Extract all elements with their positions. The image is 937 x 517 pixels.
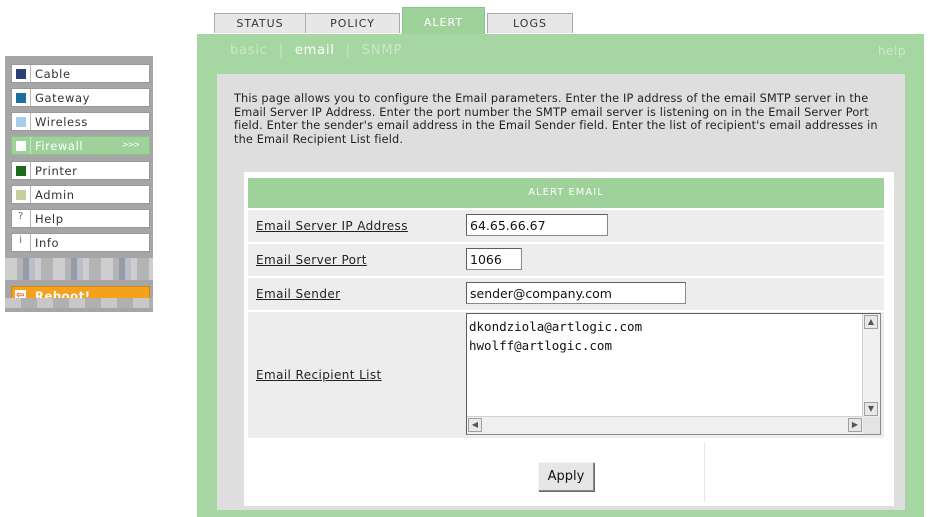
sender-input[interactable] [466,282,686,304]
divider [704,442,705,502]
nav-item-label: Help [35,212,64,226]
help-link[interactable]: help [878,44,906,58]
nav-item-info[interactable]: i Info [11,233,150,252]
divider [30,137,31,154]
nav-item-label: Firewall [35,139,84,153]
gateway-icon [16,93,26,103]
form-row-recipients: Email Recipient List dkondziola@artlogic… [248,312,884,438]
nav-item-label: Printer [35,164,78,178]
server-ip-label[interactable]: Email Server IP Address [256,219,408,233]
intro-text: This page allows you to configure the Em… [234,92,878,146]
nav-item-label: Admin [35,188,75,202]
divider [30,89,31,106]
nav-item-printer[interactable]: Printer [11,161,150,180]
subtab-basic[interactable]: basic [230,43,268,58]
scrollbar-corner [863,417,880,434]
subnav-separator: | [278,43,284,58]
help-icon: ? [18,211,24,222]
decorative-mosaic [5,258,153,280]
nav-item-label: Wireless [35,115,88,129]
divider [30,234,31,251]
server-ip-input[interactable] [466,214,608,236]
recipients-label[interactable]: Email Recipient List [256,368,382,382]
subnav-separator: | [345,43,351,58]
horizontal-scrollbar[interactable]: ◀ ▶ [467,416,863,434]
main-panel: basic | email | SNMP help This page allo… [197,34,924,517]
scroll-up-icon[interactable]: ▲ [864,315,878,329]
nav-item-help[interactable]: ? Help [11,209,150,228]
firewall-icon [16,141,26,151]
scroll-left-icon[interactable]: ◀ [468,418,482,432]
tab-alert[interactable]: ALERT [402,7,485,34]
sub-navigation: basic | email | SNMP [230,43,402,58]
divider [30,186,31,203]
subtab-snmp[interactable]: SNMP [362,43,402,58]
divider [30,65,31,82]
nav-item-wireless[interactable]: Wireless [11,112,150,131]
nav-item-gateway[interactable]: Gateway [11,88,150,107]
form-header: ALERT EMAIL [248,178,884,208]
server-port-input[interactable] [466,248,522,270]
nav-item-firewall[interactable]: Firewall >>> [11,136,150,155]
admin-icon [16,190,26,200]
divider [30,113,31,130]
nav-item-cable[interactable]: Cable [11,64,150,83]
info-icon: i [19,235,23,246]
form-row-server-port: Email Server Port [248,244,884,276]
form-row-server-ip: Email Server IP Address [248,210,884,242]
nav-item-label: Gateway [35,91,91,105]
nav-item-admin[interactable]: Admin [11,185,150,204]
scroll-down-icon[interactable]: ▼ [864,402,878,416]
active-arrow-icon: >>> [121,140,140,149]
content-area: This page allows you to configure the Em… [217,74,905,510]
tab-logs[interactable]: LOGS [487,13,573,33]
form-row-sender: Email Sender [248,278,884,310]
nav-item-label: Cable [35,67,71,81]
nav-item-label: Info [35,236,60,250]
apply-button[interactable]: Apply [538,462,594,491]
server-port-label[interactable]: Email Server Port [256,253,367,267]
sender-label[interactable]: Email Sender [256,287,340,301]
subtab-email[interactable]: email [295,43,335,58]
divider [30,210,31,227]
printer-icon [16,166,26,176]
scroll-right-icon[interactable]: ▶ [848,418,862,432]
left-nav: Cable Gateway Wireless Firewall >>> Prin… [5,56,153,312]
tab-policy[interactable]: POLICY [305,13,400,33]
cable-icon [16,69,26,79]
recipients-textarea[interactable]: dkondziola@artlogic.com hwolff@artlogic.… [466,313,881,435]
vertical-scrollbar[interactable]: ▲ ▼ [862,314,880,417]
tab-status[interactable]: STATUS [214,13,306,33]
wireless-icon [16,117,26,127]
alert-email-form: ALERT EMAIL Email Server IP Address Emai… [244,172,894,506]
divider [30,162,31,179]
decorative-mosaic [5,298,153,308]
recipients-text: dkondziola@artlogic.com hwolff@artlogic.… [469,319,643,353]
